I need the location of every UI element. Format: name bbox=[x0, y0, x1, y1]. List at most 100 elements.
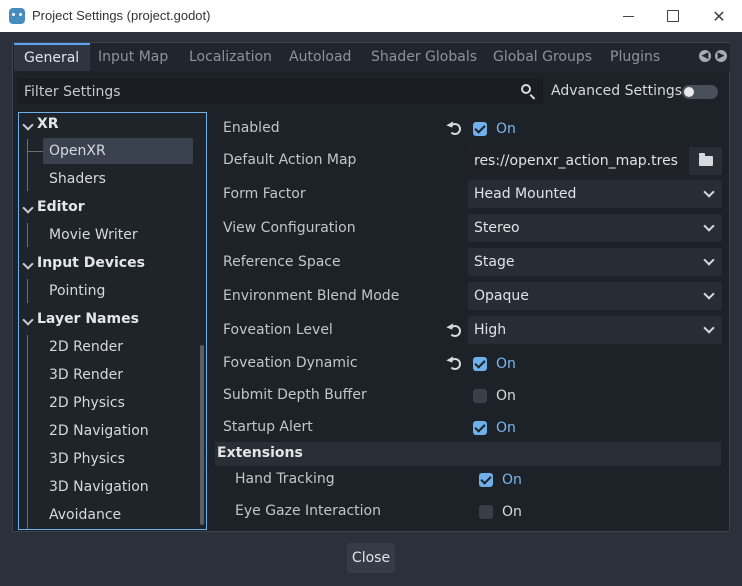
tree-item-3d-physics[interactable]: 3D Physics bbox=[19, 446, 189, 472]
setting-label-hand-tracking: Hand Tracking bbox=[235, 471, 335, 487]
chevron-down-icon bbox=[703, 220, 715, 232]
setting-label-submit-depth-buffer: Submit Depth Buffer bbox=[223, 387, 367, 403]
tree-item-label: Avoidance bbox=[49, 507, 122, 523]
reset-icon[interactable] bbox=[449, 358, 461, 370]
reference-space-value: Stage bbox=[474, 254, 515, 270]
setting-label-startup-alert: Startup Alert bbox=[223, 419, 313, 435]
tree-item-openxr[interactable]: OpenXR bbox=[19, 138, 195, 164]
tree-item-2d-render[interactable]: 2D Render bbox=[19, 334, 189, 360]
tree-item-2d-physics[interactable]: 2D Physics bbox=[19, 390, 189, 416]
setting-label-reference-space: Reference Space bbox=[223, 254, 341, 270]
tree-item-label: Input Devices bbox=[37, 255, 145, 271]
tree-section-xr[interactable]: XR bbox=[19, 113, 189, 137]
tree-item-avoidance[interactable]: Avoidance bbox=[19, 502, 189, 528]
close-icon: ✕ bbox=[712, 6, 726, 26]
chevron-down-icon bbox=[22, 314, 34, 326]
tree-item-2d-navigation[interactable]: 2D Navigation bbox=[19, 418, 189, 444]
tab-scroll-left-icon[interactable]: ◀ bbox=[699, 50, 711, 62]
eye-gaze-checkbox[interactable] bbox=[479, 505, 493, 519]
reset-icon[interactable] bbox=[449, 123, 461, 135]
view-configuration-dropdown[interactable]: Stereo bbox=[468, 214, 722, 242]
folder-icon bbox=[699, 153, 713, 166]
tree-item-label: 2D Physics bbox=[49, 395, 125, 411]
tree-item-label: Pointing bbox=[49, 283, 106, 299]
tree-item-movie-writer[interactable]: Movie Writer bbox=[19, 222, 189, 248]
eye-gaze-value: On bbox=[502, 504, 522, 520]
form-factor-value: Head Mounted bbox=[474, 186, 577, 202]
setting-label-form-factor: Form Factor bbox=[223, 186, 306, 202]
tab-localization[interactable]: Localization bbox=[179, 43, 282, 71]
maximize-icon bbox=[667, 10, 679, 22]
action-map-path-value: res://openxr_action_map.tres bbox=[474, 153, 678, 169]
settings-inspector: Enabled On Default Action Map res://open… bbox=[215, 112, 723, 530]
form-factor-dropdown[interactable]: Head Mounted bbox=[468, 180, 722, 208]
close-window-button[interactable]: ✕ bbox=[696, 0, 742, 32]
tree-item-label: Movie Writer bbox=[49, 227, 138, 243]
action-map-path-field[interactable]: res://openxr_action_map.tres bbox=[468, 147, 687, 175]
tree-section-editor[interactable]: Editor bbox=[19, 194, 189, 220]
hand-tracking-checkbox[interactable] bbox=[479, 473, 493, 487]
submit-depth-buffer-checkbox[interactable] bbox=[473, 389, 487, 403]
foveation-dynamic-checkbox[interactable] bbox=[473, 357, 487, 371]
tree-item-label: 3D Physics bbox=[49, 451, 125, 467]
extensions-section: Extensions bbox=[215, 442, 721, 466]
submit-depth-buffer-value: On bbox=[496, 388, 516, 404]
foveation-level-dropdown[interactable]: High bbox=[468, 316, 722, 344]
godot-logo-icon bbox=[9, 8, 25, 24]
reset-icon[interactable] bbox=[449, 325, 461, 337]
setting-label-view-configuration: View Configuration bbox=[223, 220, 356, 236]
advanced-settings-label: Advanced Settings bbox=[551, 83, 683, 99]
tab-bar: General Input Map Localization Autoload … bbox=[14, 43, 730, 71]
setting-label-foveation-level: Foveation Level bbox=[223, 322, 333, 338]
tab-global-groups[interactable]: Global Groups bbox=[483, 43, 602, 71]
tree-item-shaders[interactable]: Shaders bbox=[19, 166, 189, 192]
window-title: Project Settings (project.godot) bbox=[32, 8, 211, 23]
setting-label-action-map: Default Action Map bbox=[223, 152, 357, 168]
foveation-dynamic-value: On bbox=[496, 356, 516, 372]
advanced-settings-toggle[interactable] bbox=[682, 85, 718, 99]
close-button[interactable]: Close bbox=[347, 543, 395, 573]
tree-item-3d-navigation[interactable]: 3D Navigation bbox=[19, 474, 189, 500]
tree-section-input-devices[interactable]: Input Devices bbox=[19, 250, 189, 276]
startup-alert-value: On bbox=[496, 420, 516, 436]
chevron-down-icon bbox=[22, 202, 34, 214]
chevron-down-icon bbox=[703, 254, 715, 266]
minimize-icon bbox=[622, 15, 634, 17]
hand-tracking-value: On bbox=[502, 472, 522, 488]
tree-item-pointing[interactable]: Pointing bbox=[19, 278, 189, 304]
title-bar: Project Settings (project.godot) ✕ bbox=[0, 0, 742, 32]
browse-folder-button[interactable] bbox=[689, 147, 722, 175]
chevron-down-icon bbox=[703, 322, 715, 334]
section-tree: XR OpenXR Shaders Editor Movie Writer In… bbox=[18, 112, 207, 530]
foveation-level-value: High bbox=[474, 322, 507, 338]
tree-item-label: XR bbox=[37, 116, 59, 132]
chevron-down-icon bbox=[703, 288, 715, 300]
chevron-down-icon bbox=[22, 119, 34, 131]
blend-mode-dropdown[interactable]: Opaque bbox=[468, 282, 722, 310]
tree-section-layer-names[interactable]: Layer Names bbox=[19, 306, 189, 332]
view-configuration-value: Stereo bbox=[474, 220, 520, 236]
tab-general[interactable]: General bbox=[14, 43, 90, 71]
tab-plugins[interactable]: Plugins bbox=[600, 43, 670, 71]
tree-item-3d-render[interactable]: 3D Render bbox=[19, 362, 189, 388]
minimize-button[interactable] bbox=[605, 0, 651, 32]
tab-autoload[interactable]: Autoload bbox=[279, 43, 361, 71]
chevron-down-icon bbox=[703, 186, 715, 198]
tab-input-map[interactable]: Input Map bbox=[88, 43, 178, 71]
tree-item-label: 2D Navigation bbox=[49, 423, 149, 439]
maximize-button[interactable] bbox=[650, 0, 696, 32]
filter-settings-input[interactable] bbox=[18, 78, 516, 106]
extensions-section-label: Extensions bbox=[217, 445, 303, 461]
tab-scroll-right-icon[interactable]: ▶ bbox=[715, 50, 727, 62]
reference-space-dropdown[interactable]: Stage bbox=[468, 248, 722, 276]
startup-alert-checkbox[interactable] bbox=[473, 421, 487, 435]
tree-item-label: Shaders bbox=[49, 171, 106, 187]
tree-item-label: Editor bbox=[37, 199, 85, 215]
tab-shader-globals[interactable]: Shader Globals bbox=[361, 43, 487, 71]
setting-label-enabled: Enabled bbox=[223, 120, 280, 136]
tree-scrollbar[interactable] bbox=[200, 345, 204, 525]
search-icon bbox=[521, 84, 531, 94]
tree-item-label: 2D Render bbox=[49, 339, 123, 355]
tree-item-label: 3D Navigation bbox=[49, 479, 149, 495]
enabled-checkbox[interactable] bbox=[473, 122, 487, 136]
